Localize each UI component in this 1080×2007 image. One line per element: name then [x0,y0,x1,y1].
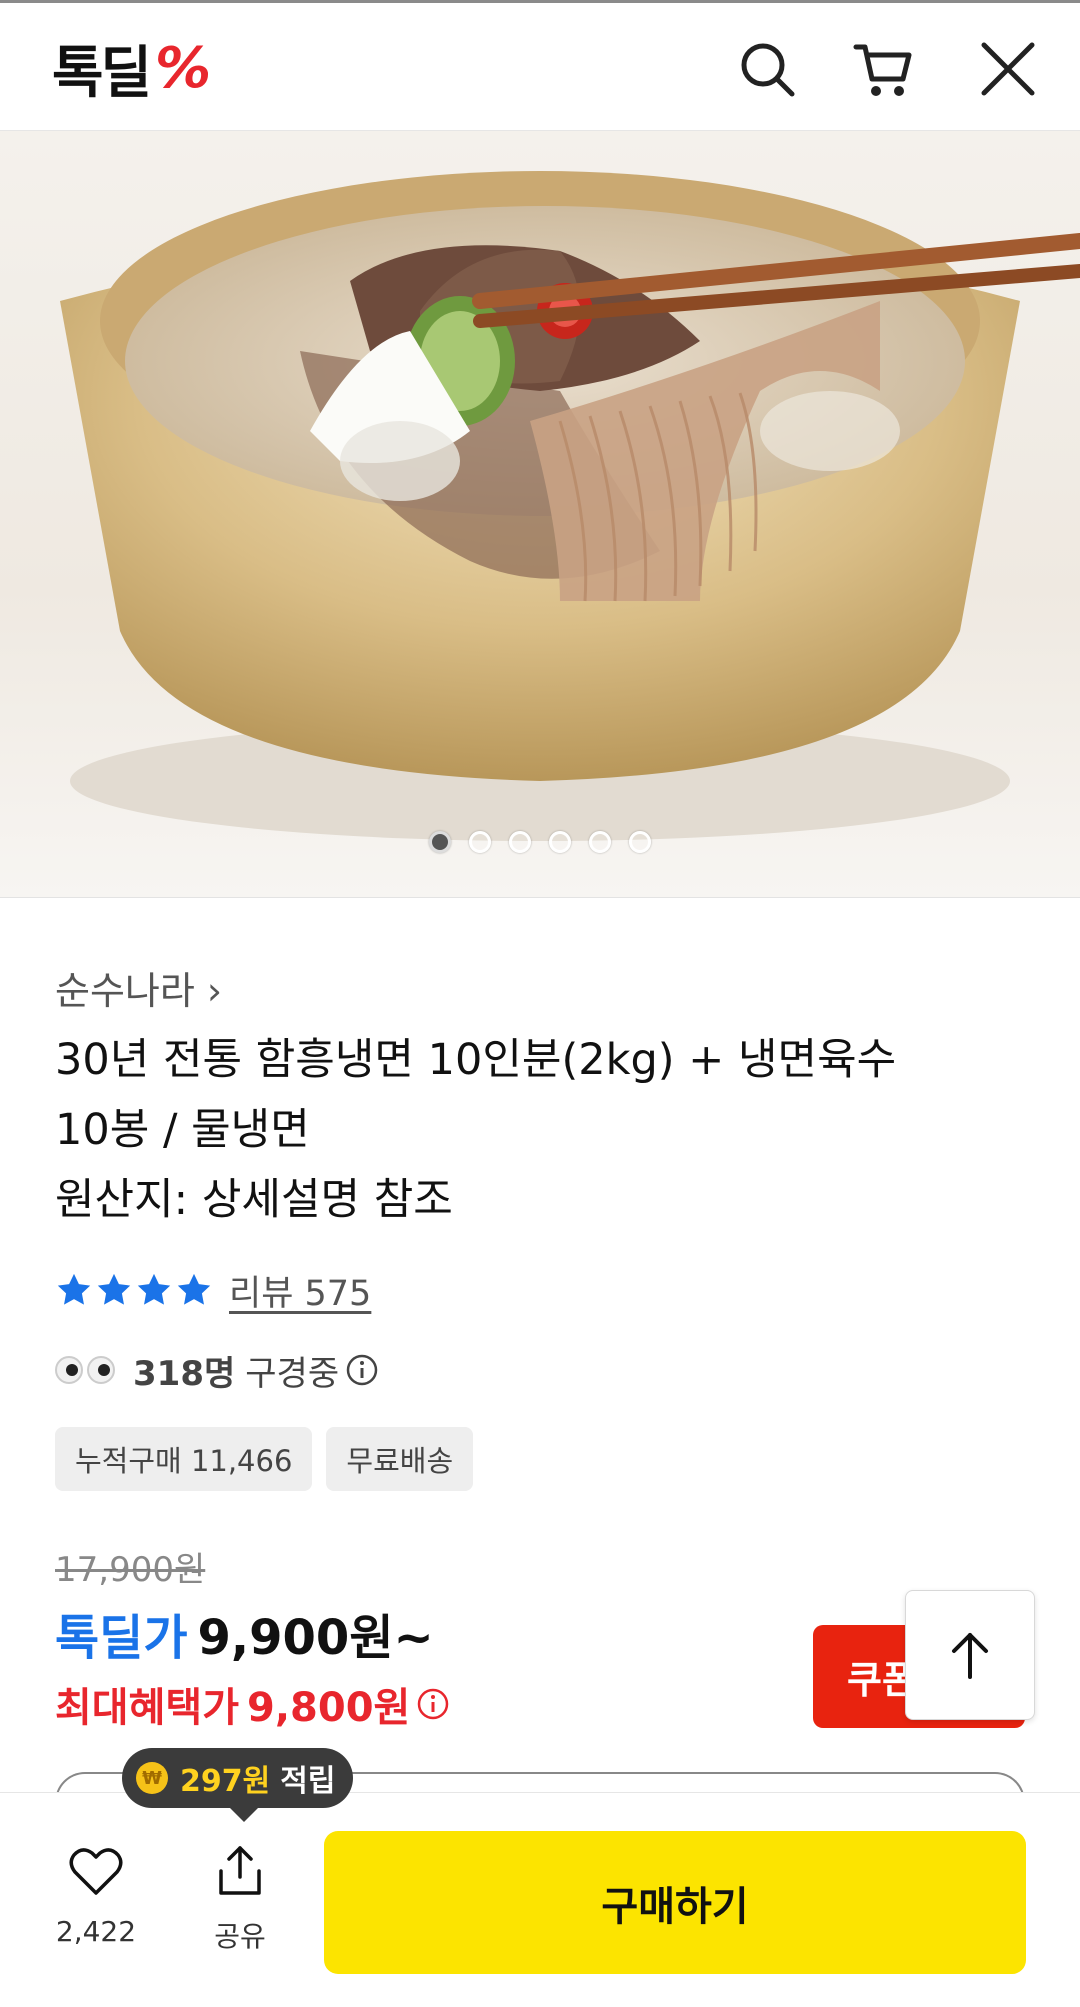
title-line: 10봉 / 물냉면 [55,1105,310,1155]
origin-line: 원산지: 상세설명 참조 [55,1175,453,1225]
star-icon [177,1273,211,1305]
search-icon[interactable] [737,39,797,99]
product-title: 30년 전통 함흥냉면 10인분(2kg) + 냉면육수 10봉 / 물냉면 원… [55,1025,1035,1235]
carousel-indicator [0,831,1080,861]
star-icon [57,1273,91,1305]
max-benefit-row: 최대혜택가 9,800원 [55,1675,450,1733]
viewers-label: 구경중 [245,1353,340,1394]
bottom-action-bar: 2,422 공유 구매하기 [0,1792,1080,2007]
tag-list: 누적구매 11,466 무료배송 [55,1427,487,1491]
info-icon[interactable] [416,1687,450,1721]
original-price: 17,900원 [55,1550,206,1590]
tag-cumulative-purchase: 누적구매 11,466 [55,1427,313,1491]
carousel-dot[interactable] [589,831,611,853]
star-icon [137,1273,171,1305]
deal-price-row: 톡딜가 9,900원~ [55,1598,434,1668]
close-icon[interactable] [978,39,1038,99]
carousel-dot[interactable] [469,831,491,853]
coin-icon: ₩ [136,1762,168,1794]
buy-button[interactable]: 구매하기 [324,1831,1026,1974]
logo-mark: % [155,35,211,101]
deal-price: 9,900원~ [197,1610,434,1666]
scroll-to-top-button[interactable] [905,1590,1035,1720]
title-line: 30년 전통 함흥냉면 10인분(2kg) + 냉면육수 [55,1035,897,1085]
product-image-carousel[interactable] [0,131,1080,898]
viewers-row: 318명 구경중 [55,1345,379,1395]
info-icon[interactable] [345,1353,379,1387]
tag-free-shipping: 무료배송 [326,1427,474,1491]
deal-label: 톡딜가 [55,1610,188,1666]
carousel-dot[interactable] [629,831,651,853]
carousel-dot[interactable] [429,831,451,853]
max-benefit-price: 9,800원 [247,1685,411,1731]
talkdeal-logo[interactable]: 톡딜% [52,35,211,106]
logo-text: 톡딜 [52,40,152,106]
like-button[interactable]: 2,422 [46,1843,146,1973]
star-icon [97,1273,131,1305]
points-amount: 297원 [180,1764,271,1799]
review-link[interactable]: 리뷰 575 [229,1265,371,1316]
share-button[interactable]: 공유 [190,1843,290,1973]
cart-icon[interactable] [853,39,913,99]
like-count: 2,422 [55,1915,137,1948]
points-label: 적립 [280,1764,336,1799]
heart-icon [69,1848,123,1895]
share-label: 공유 [214,1920,266,1953]
arrow-up-icon [952,1633,988,1679]
eyes-icon [55,1356,119,1384]
viewers-count: 318명 [133,1353,236,1394]
brand-link[interactable]: 순수나라 › [55,960,222,1015]
max-benefit-label: 최대혜택가 [55,1685,239,1731]
app-header: 톡딜% [0,0,1080,131]
carousel-dot[interactable] [549,831,571,853]
food-photo [60,171,1080,841]
carousel-dot[interactable] [509,831,531,853]
buy-label: 구매하기 [601,1883,749,1930]
share-icon [219,1846,261,1895]
rating-row: 리뷰 575 [55,1265,371,1315]
points-tooltip: ₩ 297원 적립 [122,1748,354,1822]
